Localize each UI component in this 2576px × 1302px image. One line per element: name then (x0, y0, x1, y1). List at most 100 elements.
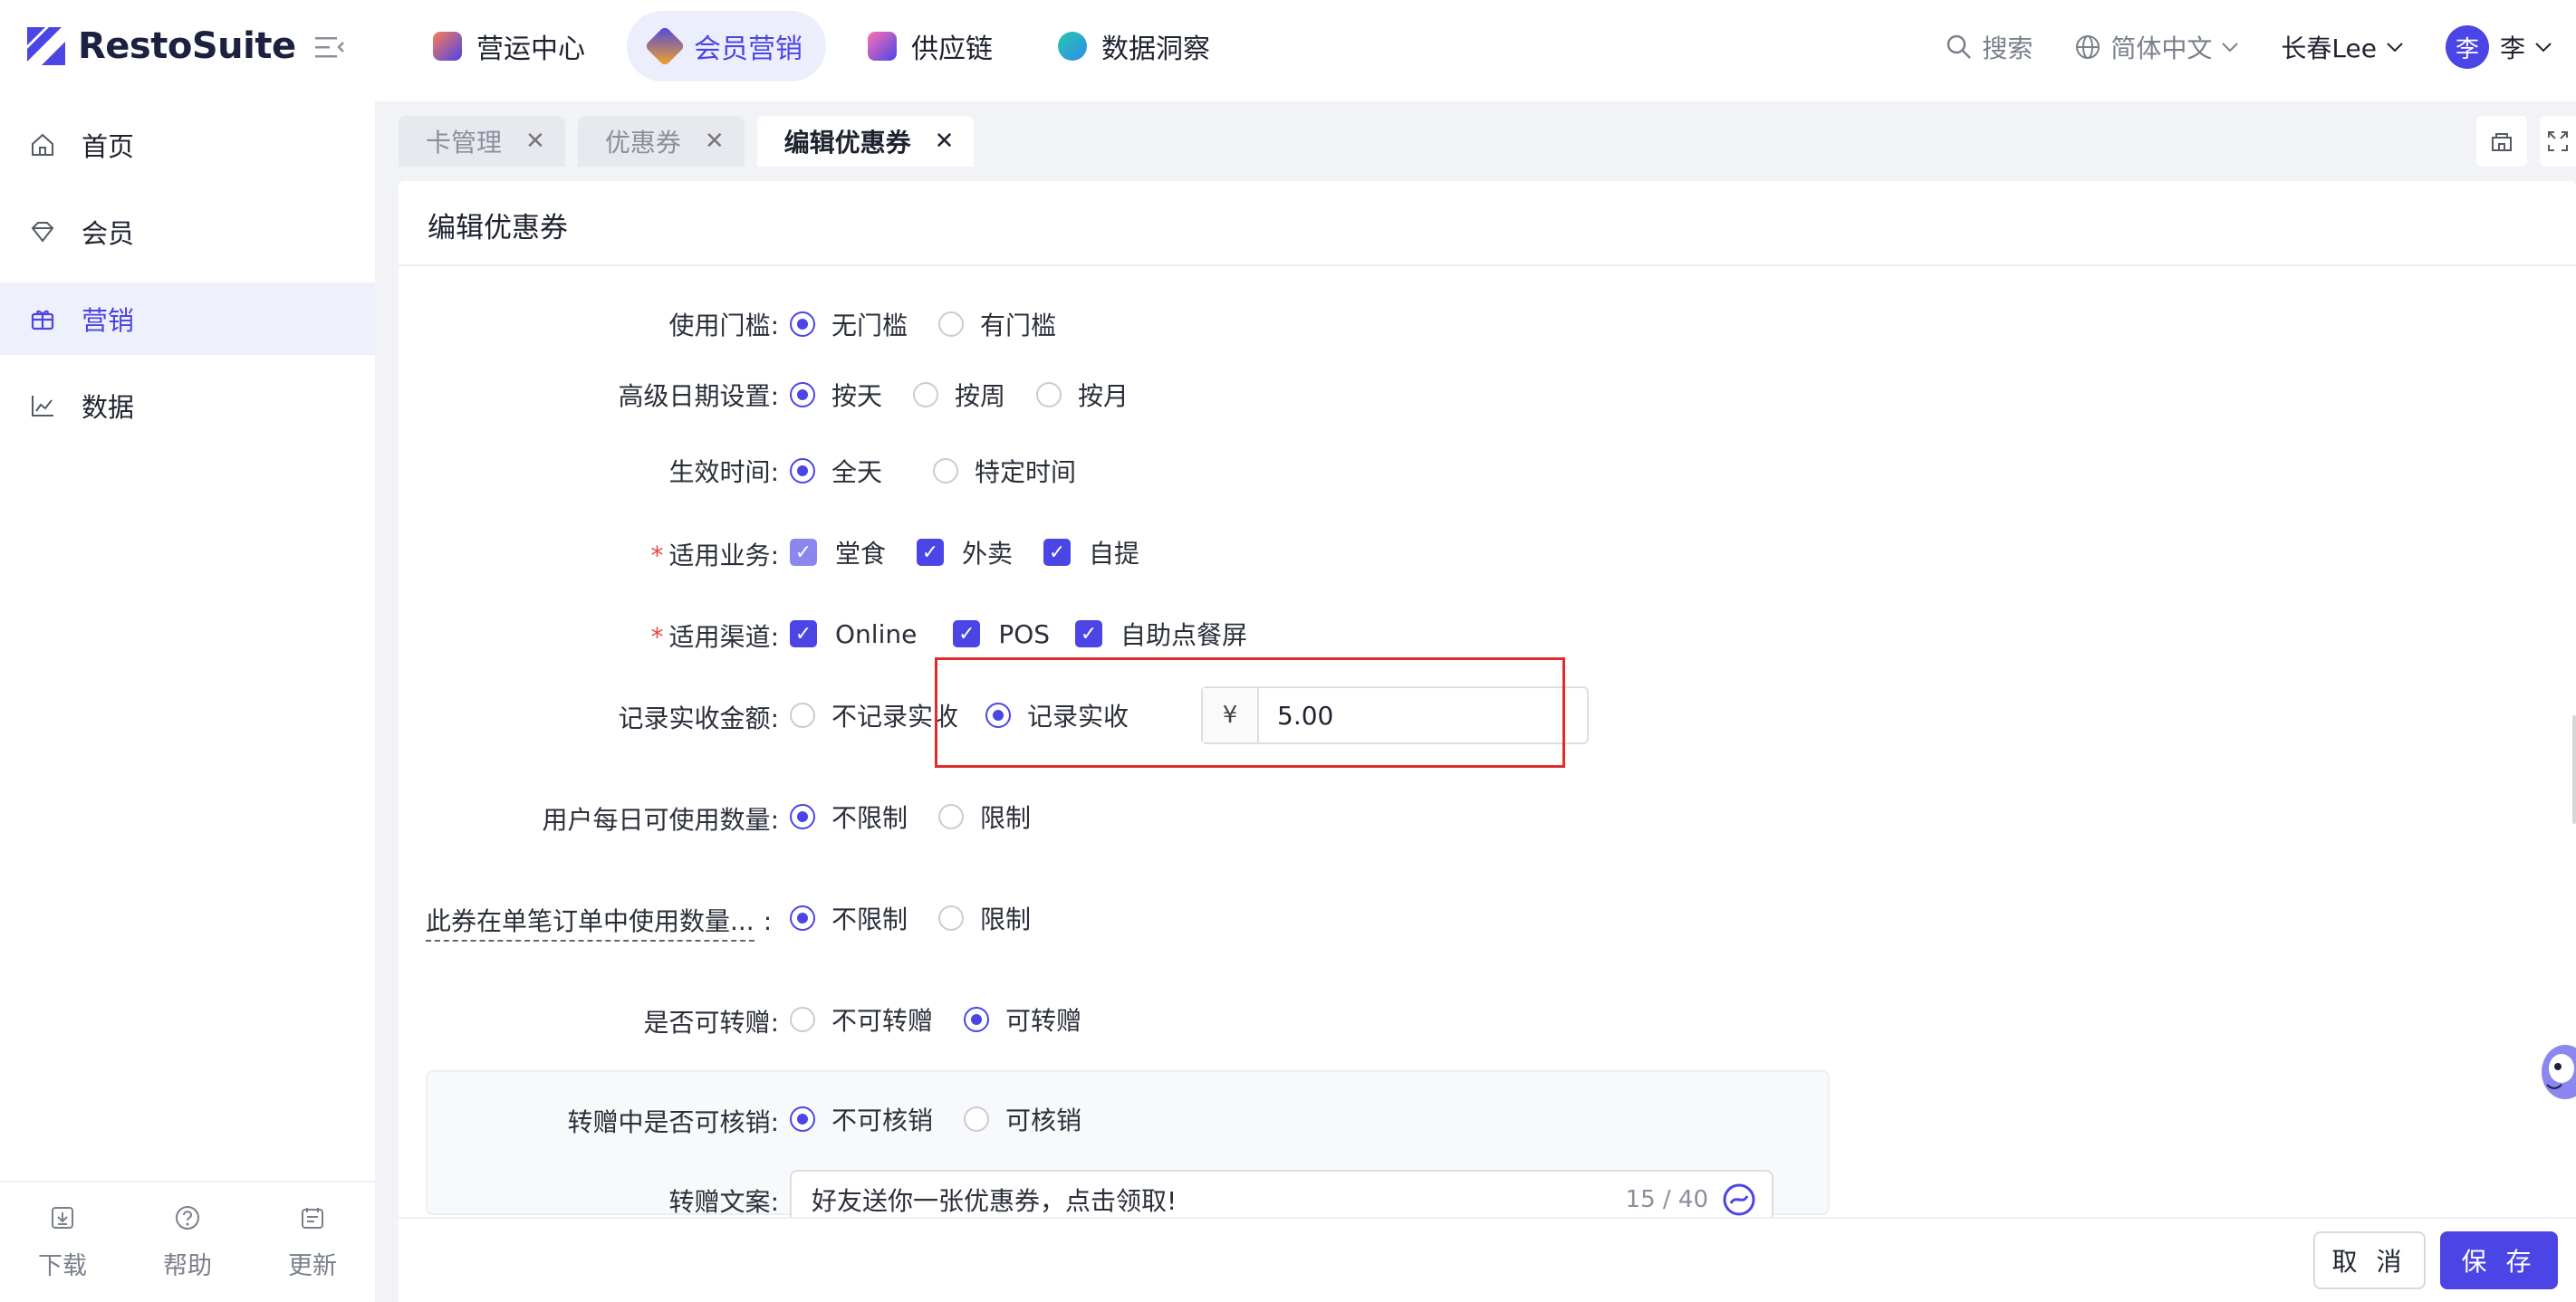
business-label-text: 适用业务 (668, 541, 771, 570)
nav-data-insight[interactable]: 数据洞察 (1034, 11, 1234, 81)
radio-checked[interactable] (790, 382, 815, 407)
sidebar-item-home[interactable]: 首页 (0, 109, 375, 181)
save-button[interactable]: 保 存 (2440, 1231, 2558, 1289)
business-delivery[interactable]: ✓ 外卖 (917, 534, 1013, 570)
cancel-button[interactable]: 取 消 (2313, 1231, 2426, 1289)
page-tabs: 卡管理 ✕ 优惠券 ✕ 编辑优惠券 ✕ (399, 116, 986, 167)
radio-unchecked[interactable] (938, 804, 965, 829)
help-button[interactable]: 帮助 (163, 1204, 212, 1281)
radio-checked[interactable] (964, 1007, 990, 1032)
radio-checked[interactable] (790, 458, 815, 483)
daily-limit-label: 用户每日可使用数量: (542, 805, 779, 835)
radio-unchecked[interactable] (790, 1007, 815, 1032)
close-icon[interactable]: ✕ (935, 128, 955, 155)
store-select[interactable]: 长春Lee (2281, 29, 2404, 65)
daily-option-unlimited[interactable]: 不限制 (790, 799, 908, 835)
download-button[interactable]: 下载 (38, 1204, 87, 1281)
search-button[interactable]: 搜索 (1946, 29, 2033, 65)
transfer-option-no[interactable]: 不可转赠 (790, 1001, 933, 1038)
order-option-limited[interactable]: 限制 (938, 900, 1031, 936)
option-label: POS (998, 618, 1051, 649)
close-icon[interactable]: ✕ (525, 128, 545, 155)
channel-online[interactable]: ✓ Online (790, 619, 917, 649)
transferable-label-text: 是否可转赠 (643, 1008, 771, 1038)
transfer-text-label: 转赠文案: (668, 1187, 779, 1217)
radio-unchecked[interactable] (1036, 382, 1062, 407)
time-option-specific[interactable]: 特定时间 (933, 453, 1076, 489)
fullscreen-button[interactable] (2540, 116, 2576, 167)
threshold-option-none[interactable]: 无门槛 (790, 306, 908, 342)
channel-kiosk[interactable]: ✓ 自助点餐屏 (1075, 616, 1247, 652)
checkbox-checked[interactable]: ✓ (790, 620, 817, 647)
channel-label-text: 适用渠道 (668, 622, 771, 652)
transfer-text-value[interactable]: 好友送你一张优惠券，点击领取! (812, 1182, 1177, 1218)
checkbox-checked[interactable]: ✓ (1043, 539, 1072, 566)
sidebar-item-data[interactable]: 数据 (0, 369, 375, 442)
channel-pos[interactable]: ✓ POS (953, 619, 1050, 649)
checkbox-checked[interactable]: ✓ (917, 539, 945, 566)
language-select[interactable]: 简体中文 (2074, 29, 2239, 65)
nav-operations[interactable]: 营运中心 (409, 11, 609, 81)
radio-checked[interactable] (790, 1106, 815, 1132)
tab-edit-coupon[interactable]: 编辑优惠券 ✕ (756, 116, 975, 167)
order-option-unlimited[interactable]: 不限制 (790, 900, 908, 936)
time-option-all-day[interactable]: 全天 (790, 453, 882, 489)
radio-checked[interactable] (790, 905, 815, 931)
checkbox-checked[interactable]: ✓ (953, 620, 981, 647)
nav-member-marketing[interactable]: 会员营销 (627, 11, 826, 81)
fullscreen-icon (2548, 131, 2568, 151)
user-menu[interactable]: 李 李 (2445, 25, 2552, 69)
nav-label: 供应链 (911, 34, 993, 65)
tab-card-management[interactable]: 卡管理 ✕ (399, 116, 565, 167)
date-option-day[interactable]: 按天 (790, 377, 882, 413)
tab-coupons[interactable]: 优惠券 ✕ (577, 116, 745, 167)
option-label: 外卖 (962, 539, 1014, 569)
scrollbar-thumb[interactable] (2572, 715, 2576, 824)
form-footer (399, 1217, 2576, 1302)
record-option-none[interactable]: 不记录实收 (790, 697, 958, 733)
radio-unchecked[interactable] (938, 905, 965, 931)
sidebar-item-marketing[interactable]: 营销 (0, 282, 375, 355)
radio-unchecked[interactable] (938, 311, 965, 337)
option-label: 无门槛 (831, 311, 908, 340)
radio-unchecked[interactable] (964, 1106, 990, 1132)
collapse-menu-icon[interactable] (313, 33, 346, 62)
date-option-week[interactable]: 按周 (913, 377, 1005, 413)
business-label: * 适用业务: (650, 541, 779, 570)
ai-generate-icon[interactable] (1721, 1182, 1757, 1218)
business-pickup[interactable]: ✓ 自提 (1043, 534, 1139, 570)
date-option-month[interactable]: 按月 (1036, 377, 1129, 413)
radio-checked[interactable] (790, 311, 815, 337)
sidebar: 首页 会员 营销 数据 下载 帮助 更新 (0, 101, 375, 1302)
assistant-mascot-icon[interactable] (2534, 1018, 2576, 1117)
chevron-down-icon (2535, 43, 2552, 53)
checkbox-checked[interactable]: ✓ (1075, 620, 1103, 647)
sidebar-item-member[interactable]: 会员 (0, 196, 375, 268)
annotation-highlight-box (935, 657, 1565, 768)
update-button[interactable]: 更新 (288, 1204, 337, 1281)
business-dine-in[interactable]: ✓ 堂食 (790, 534, 886, 570)
checkbox-checked-disabled[interactable]: ✓ (790, 539, 817, 566)
radio-unchecked[interactable] (790, 703, 815, 728)
effective-time-label: 生效时间: (668, 457, 779, 487)
radio-checked[interactable] (790, 804, 815, 829)
radio-unchecked[interactable] (933, 458, 959, 483)
threshold-option-with[interactable]: 有门槛 (938, 306, 1056, 342)
order-limit-label-text[interactable]: 此券在单笔订单中使用数量... (426, 906, 755, 942)
store-switch-button[interactable] (2476, 116, 2527, 167)
radio-unchecked[interactable] (913, 382, 939, 407)
option-label: 不可核销 (831, 1106, 934, 1135)
option-label: 特定时间 (975, 457, 1077, 487)
char-counter: 15 / 40 (1625, 1186, 1708, 1213)
brand-logo[interactable]: RestoSuite (25, 25, 296, 67)
option-label: 按月 (1078, 381, 1129, 411)
update-label: 更新 (288, 1251, 337, 1280)
transfer-option-yes[interactable]: 可转赠 (964, 1001, 1081, 1038)
redeem-option-no[interactable]: 不可核销 (790, 1101, 933, 1137)
chevron-down-icon (2387, 43, 2403, 53)
nav-supply-chain[interactable]: 供应链 (844, 11, 1016, 81)
close-icon[interactable]: ✕ (705, 128, 725, 155)
help-icon (176, 1205, 199, 1230)
redeem-option-yes[interactable]: 可核销 (964, 1101, 1081, 1137)
daily-option-limited[interactable]: 限制 (938, 799, 1031, 835)
